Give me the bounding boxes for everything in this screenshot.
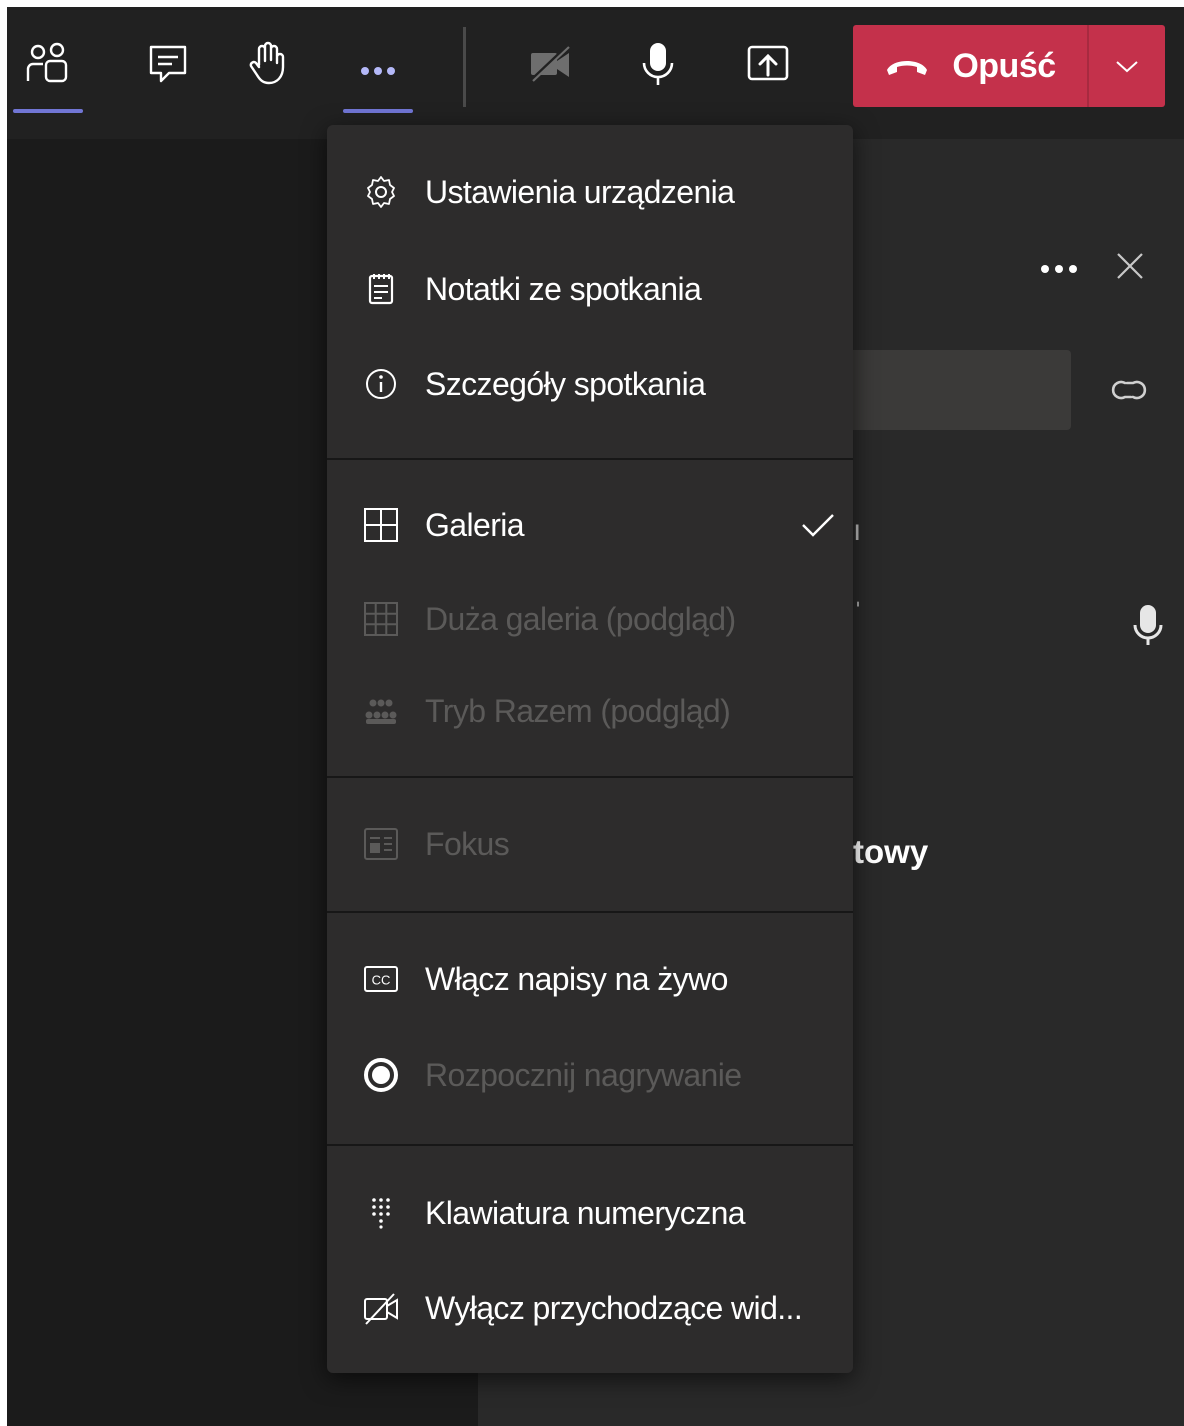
hang-up-icon bbox=[887, 61, 928, 75]
menu-item-label: Klawiatura numeryczna bbox=[425, 1194, 746, 1231]
chevron-down-icon bbox=[1116, 61, 1138, 73]
notes-icon bbox=[363, 271, 399, 307]
menu-divider bbox=[327, 458, 853, 460]
leave-button-group: Opuść bbox=[853, 25, 1165, 107]
panel-close-icon[interactable] bbox=[1115, 251, 1145, 281]
meeting-window: ı ˈ towy Opuść Ustawienia urządzenia Not… bbox=[7, 7, 1184, 1426]
menu-item-large-gallery: Duża galeria (podgląd) bbox=[327, 576, 853, 662]
microphone-button[interactable] bbox=[623, 33, 693, 113]
together-mode-icon bbox=[363, 693, 399, 729]
svg-text:CC: CC bbox=[372, 973, 391, 988]
chat-icon bbox=[149, 45, 187, 83]
menu-item-label: Tryb Razem (podgląd) bbox=[425, 692, 731, 729]
more-actions-button[interactable] bbox=[343, 33, 413, 113]
menu-item-label: Fokus bbox=[425, 825, 510, 862]
hand-icon bbox=[249, 41, 285, 85]
menu-item-label: Rozpocznij nagrywanie bbox=[425, 1056, 742, 1093]
gear-icon bbox=[363, 174, 399, 210]
record-icon bbox=[363, 1057, 399, 1093]
panel-more-options-icon[interactable] bbox=[1037, 255, 1081, 283]
menu-item-start-recording: Rozpocznij nagrywanie bbox=[327, 1032, 853, 1118]
panel-text-fragment: ı bbox=[853, 514, 862, 547]
participant-mic-icon bbox=[1133, 605, 1163, 645]
menu-divider bbox=[327, 1144, 853, 1146]
mic-icon bbox=[642, 43, 674, 85]
menu-divider bbox=[327, 776, 853, 778]
camera-button[interactable] bbox=[515, 33, 585, 113]
menu-item-label: Ustawienia urządzenia bbox=[425, 173, 735, 210]
dialpad-icon bbox=[363, 1195, 399, 1231]
menu-item-device-settings[interactable]: Ustawienia urządzenia bbox=[327, 149, 853, 235]
menu-item-label: Galeria bbox=[425, 506, 525, 543]
leave-button[interactable]: Opuść bbox=[853, 25, 1087, 107]
leave-options-button[interactable] bbox=[1089, 25, 1165, 107]
grid-icon bbox=[363, 507, 399, 543]
menu-divider bbox=[327, 911, 853, 913]
menu-item-label: Notatki ze spotkania bbox=[425, 270, 702, 307]
meeting-toolbar: Opuść bbox=[7, 7, 1184, 139]
menu-item-live-captions[interactable]: CC Włącz napisy na żywo bbox=[327, 936, 853, 1022]
share-button[interactable] bbox=[733, 33, 803, 113]
menu-item-focus: Fokus bbox=[327, 801, 853, 887]
menu-item-meeting-notes[interactable]: Notatki ze spotkania bbox=[327, 246, 853, 332]
leave-label: Opuść bbox=[952, 46, 1056, 85]
toolbar-divider bbox=[463, 27, 466, 107]
menu-item-gallery[interactable]: Galeria bbox=[327, 482, 853, 568]
more-icon bbox=[361, 67, 395, 75]
menu-item-label: Duża galeria (podgląd) bbox=[425, 600, 736, 637]
menu-item-label: Szczegóły spotkania bbox=[425, 365, 706, 402]
camera-off-icon bbox=[529, 45, 570, 83]
menu-item-label: Włącz napisy na żywo bbox=[425, 960, 728, 997]
active-indicator bbox=[13, 109, 83, 113]
people-icon bbox=[26, 42, 68, 83]
checkmark-icon bbox=[802, 514, 834, 537]
video-off-icon bbox=[363, 1290, 399, 1326]
panel-input-field[interactable] bbox=[837, 350, 1071, 430]
info-icon bbox=[363, 366, 399, 402]
link-icon[interactable] bbox=[1107, 373, 1151, 407]
menu-item-turn-off-incoming-video[interactable]: Wyłącz przychodzące wid... bbox=[327, 1265, 853, 1351]
raise-hand-button[interactable] bbox=[233, 33, 303, 113]
large-grid-icon bbox=[363, 601, 399, 637]
menu-item-together-mode: Tryb Razem (podgląd) bbox=[327, 668, 853, 754]
chat-button[interactable] bbox=[133, 33, 203, 113]
share-tray-icon bbox=[747, 45, 789, 81]
active-indicator bbox=[343, 109, 413, 113]
focus-icon bbox=[363, 826, 399, 862]
menu-item-label: Wyłącz przychodzące wid... bbox=[425, 1289, 803, 1326]
more-actions-menu: Ustawienia urządzenia Notatki ze spotkan… bbox=[327, 125, 853, 1373]
panel-label-text: towy bbox=[853, 833, 929, 870]
menu-item-meeting-details[interactable]: Szczegóły spotkania bbox=[327, 341, 853, 427]
participants-button[interactable] bbox=[13, 33, 83, 113]
panel-text-fragment: ˈ bbox=[853, 597, 863, 630]
cc-icon: CC bbox=[363, 961, 399, 997]
menu-item-dialpad[interactable]: Klawiatura numeryczna bbox=[327, 1170, 853, 1256]
